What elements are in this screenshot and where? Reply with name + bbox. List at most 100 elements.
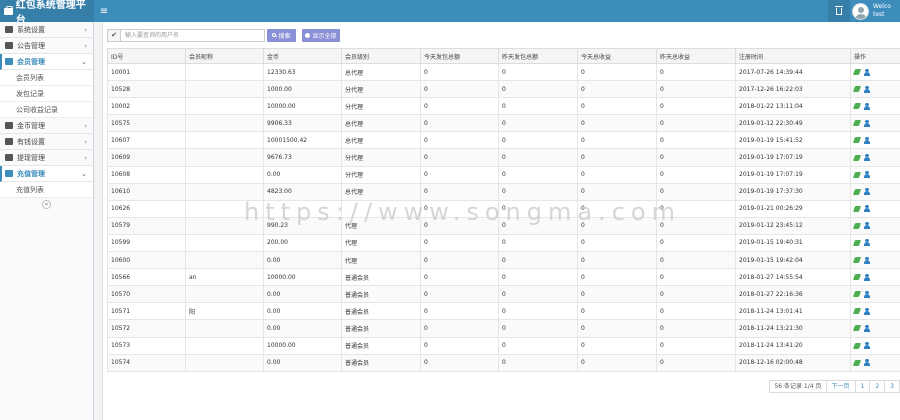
table-cell: 9906.33 (263, 114, 342, 133)
edit-icon[interactable] (852, 86, 862, 93)
row-actions (852, 119, 900, 127)
edit-icon[interactable] (852, 342, 862, 349)
user-detail-icon[interactable] (864, 205, 870, 213)
sidebar-item-members[interactable]: 会员管理 ⌄ (0, 54, 93, 70)
table-cell: 0.00 (263, 353, 342, 372)
user-detail-icon[interactable] (864, 136, 870, 144)
table-cell: 0 (498, 285, 578, 304)
pagination: 56 条记录 1/4 页 下一页 1 2 3 (769, 379, 900, 393)
sidebar-item-recharge[interactable]: 充值管理 ⌄ (0, 166, 93, 182)
table-cell: 0 (498, 353, 578, 372)
column-header[interactable]: 昨天总收益 (656, 48, 736, 64)
user-detail-icon[interactable] (864, 222, 870, 230)
user-detail-icon[interactable] (864, 68, 870, 76)
edit-icon[interactable] (852, 222, 862, 229)
table-cell: 0 (656, 80, 736, 99)
column-header[interactable]: 会员昵称 (185, 48, 264, 64)
table-cell-actions (850, 319, 900, 338)
edit-icon[interactable] (852, 188, 862, 195)
user-detail-icon[interactable] (864, 273, 870, 281)
edit-icon[interactable] (852, 359, 862, 366)
user-detail-icon[interactable] (864, 239, 870, 247)
sidebar-item-coins[interactable]: 金币管理 ‹ (0, 118, 93, 134)
sidebar-subitem-member-list[interactable]: 会员列表 (0, 70, 93, 86)
column-header[interactable]: 今天总收益 (577, 48, 657, 64)
sidebar-item-system-settings[interactable]: 系统设置 ‹ (0, 22, 93, 38)
table-cell (185, 182, 264, 201)
pagination-page-2[interactable]: 2 (870, 379, 886, 393)
sidebar-subitem-label: 公司收益记录 (16, 105, 58, 114)
edit-icon[interactable] (852, 257, 862, 264)
table-cell: 0.00 (263, 302, 342, 321)
select-all-checkbox[interactable]: ✔ (107, 28, 121, 42)
sidebar-item-announcements[interactable]: 公告管理 ‹ (0, 38, 93, 54)
edit-icon[interactable] (852, 325, 862, 332)
column-header[interactable]: ID号 (107, 48, 186, 64)
column-header[interactable]: 昨天发包总额 (498, 48, 578, 64)
user-detail-icon[interactable] (864, 256, 870, 264)
table-row: 10573 10000.00 普通会员 0 0 0 0 2018-11-24 13:41:20 (107, 336, 900, 355)
user-detail-icon[interactable] (864, 342, 870, 350)
user-detail-icon[interactable] (864, 154, 870, 162)
edit-icon[interactable] (852, 69, 862, 76)
column-header[interactable]: 今天发包总额 (420, 48, 499, 64)
user-detail-icon[interactable] (864, 119, 870, 127)
table-cell: 代理 (341, 251, 421, 270)
table-cell: 代理 (341, 233, 421, 253)
clear-cache-button[interactable] (828, 0, 850, 22)
sidebar-item-label: 有钱设置 (17, 137, 45, 146)
table-cell: 9676.73 (263, 148, 342, 167)
table-cell: 0 (420, 114, 499, 133)
user-detail-icon[interactable] (864, 102, 870, 110)
column-header[interactable]: 会员级别 (341, 48, 421, 64)
show-all-button[interactable]: 显示全部 (302, 28, 340, 42)
search-button[interactable]: 搜索 (267, 28, 296, 42)
edit-icon[interactable] (852, 291, 862, 298)
column-header[interactable]: 金币 (263, 48, 342, 64)
column-header[interactable]: 注册时间 (735, 48, 851, 64)
table-cell: 0 (577, 302, 657, 321)
table-cell: 0 (420, 336, 499, 355)
table-cell-actions (850, 131, 900, 150)
edit-icon[interactable] (852, 137, 862, 144)
user-detail-icon[interactable] (864, 85, 870, 93)
edit-icon[interactable] (852, 205, 862, 212)
table-cell: 0 (656, 285, 736, 304)
user-detail-icon[interactable] (864, 171, 870, 179)
table-cell: 0 (498, 97, 578, 116)
edit-icon[interactable] (852, 103, 862, 110)
user-detail-icon[interactable] (864, 188, 870, 196)
pagination-page-1[interactable]: 1 (855, 379, 871, 393)
table-cell: 0 (577, 165, 657, 184)
sidebar-item-money-settings[interactable]: 有钱设置 ‹ (0, 134, 93, 150)
user-detail-icon[interactable] (864, 290, 870, 298)
edit-icon[interactable] (852, 120, 862, 127)
sidebar-subitem-company-income[interactable]: 公司收益记录 (0, 102, 93, 118)
brand[interactable]: 红包系统管理平台 (0, 0, 94, 26)
exchange-icon (5, 154, 13, 161)
row-actions (852, 342, 900, 350)
table-cell: an (185, 268, 264, 287)
edit-icon[interactable] (852, 154, 862, 161)
sidebar-subitem-recharge-list[interactable]: 充值列表 (0, 182, 93, 198)
user-menu[interactable]: Welco test (852, 0, 900, 22)
user-detail-icon[interactable] (864, 307, 870, 315)
edit-icon[interactable] (852, 274, 862, 281)
sidebar-item-withdrawals[interactable]: 提现管理 ‹ (0, 150, 93, 166)
user-detail-icon[interactable] (864, 324, 870, 332)
table-cell: 0 (420, 165, 499, 184)
sidebar-collapse-button[interactable]: « (42, 200, 51, 209)
table-cell: 0 (498, 148, 578, 167)
edit-icon[interactable] (852, 171, 862, 178)
pagination-page-3[interactable]: 3 (885, 379, 900, 393)
menu-toggle-button[interactable]: ≡ (94, 0, 114, 22)
pagination-next[interactable]: 下一页 (826, 379, 856, 393)
sidebar-subitem-send-records[interactable]: 发包记录 (0, 86, 93, 102)
sidebar-item-label: 金币管理 (17, 121, 45, 130)
search-input[interactable] (121, 28, 265, 42)
row-actions (852, 68, 900, 76)
edit-icon[interactable] (852, 239, 862, 246)
edit-icon[interactable] (852, 308, 862, 315)
table-cell: 10566 (107, 268, 186, 287)
user-detail-icon[interactable] (864, 359, 870, 367)
